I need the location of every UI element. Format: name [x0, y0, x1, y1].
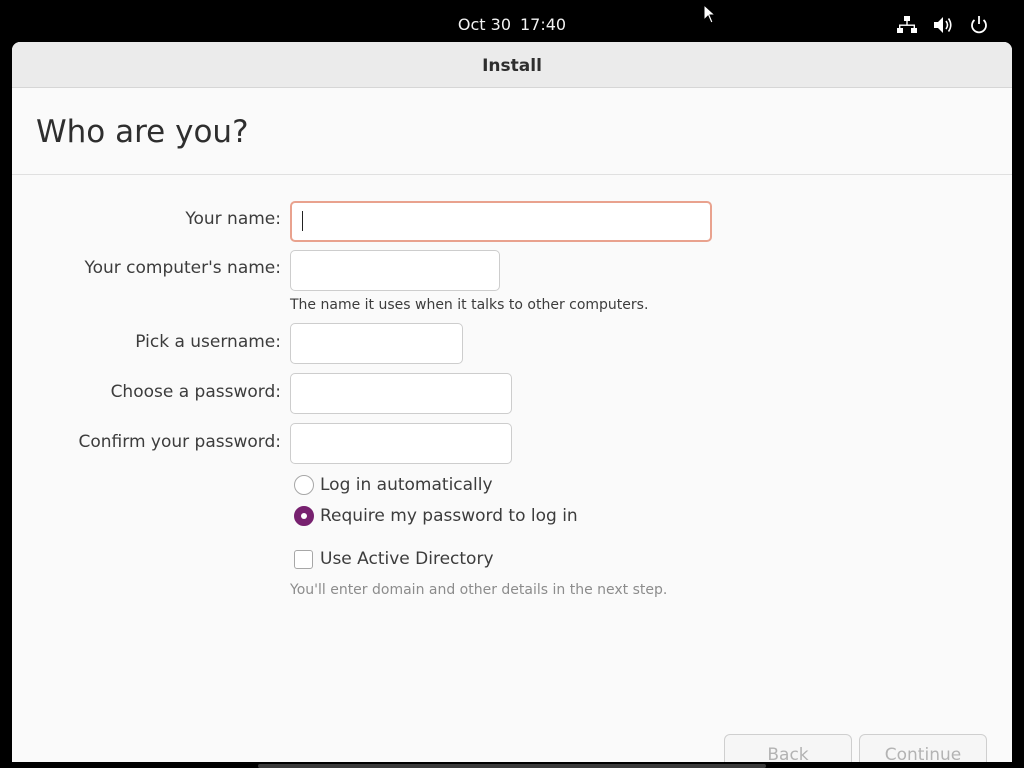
page-title: Who are you? — [36, 114, 249, 150]
computer-name-input[interactable] — [290, 250, 500, 291]
active-directory-checkbox[interactable] — [294, 549, 313, 569]
clock-date: Oct 30 — [457, 15, 511, 34]
require-password-option[interactable]: Require my password to log in — [294, 506, 578, 526]
clock[interactable]: Oct 30 17:40 — [0, 0, 1024, 42]
login-automatically-radio[interactable] — [294, 475, 314, 495]
window-title: Install — [12, 42, 1012, 88]
password-label: Choose a password: — [110, 382, 281, 402]
require-password-label: Require my password to log in — [320, 506, 578, 526]
computer-name-hint: The name it uses when it talks to other … — [290, 297, 649, 313]
require-password-radio[interactable] — [294, 506, 314, 526]
mouse-pointer-icon — [703, 3, 717, 24]
active-directory-hint: You'll enter domain and other details in… — [290, 582, 668, 598]
login-automatically-option[interactable]: Log in automatically — [294, 475, 493, 495]
username-input[interactable] — [290, 323, 463, 364]
top-bar: Oct 30 17:40 — [0, 0, 1024, 42]
name-label: Your name: — [185, 209, 281, 229]
system-menu[interactable] — [896, 15, 990, 35]
clock-time: 17:40 — [520, 15, 567, 34]
volume-icon[interactable] — [932, 15, 954, 35]
network-icon[interactable] — [896, 15, 918, 35]
confirm-password-label: Confirm your password: — [78, 432, 281, 452]
login-automatically-label: Log in automatically — [320, 475, 493, 495]
password-input[interactable] — [290, 373, 512, 414]
name-input[interactable] — [290, 201, 712, 242]
username-label: Pick a username: — [135, 332, 281, 352]
active-directory-label: Use Active Directory — [320, 549, 494, 569]
dock-edge — [258, 764, 766, 768]
continue-button[interactable]: Continue — [859, 734, 987, 762]
active-directory-option[interactable]: Use Active Directory — [294, 549, 494, 569]
computer-name-label: Your computer's name: — [84, 258, 281, 278]
power-icon[interactable] — [968, 15, 990, 35]
back-button[interactable]: Back — [724, 734, 852, 762]
text-caret — [302, 211, 303, 231]
header-divider — [12, 174, 1012, 175]
installer-window: Install Who are you? Your name: Your com… — [12, 42, 1012, 762]
confirm-password-input[interactable] — [290, 423, 512, 464]
